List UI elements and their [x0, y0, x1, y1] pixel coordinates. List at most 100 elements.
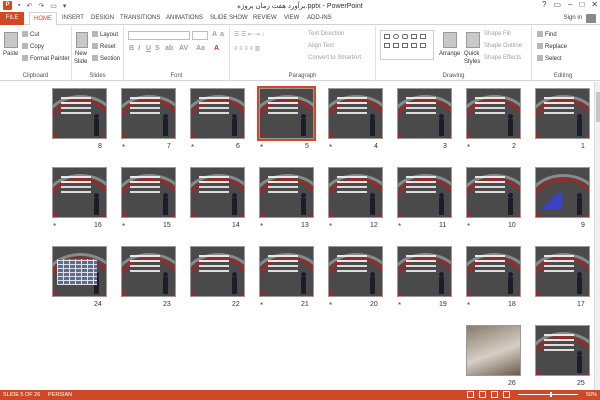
slide-transition-star-icon[interactable]: * — [467, 301, 470, 310]
brace-shape-icon[interactable] — [420, 43, 426, 48]
language-indicator[interactable]: PERSIAN — [48, 392, 72, 398]
slide-transition-star-icon[interactable]: * — [329, 222, 332, 231]
slide-thumbnail[interactable] — [535, 88, 590, 139]
reading-view-icon[interactable] — [491, 391, 498, 398]
rounded-rect-shape-icon[interactable] — [402, 34, 408, 39]
slide-transition-star-icon[interactable]: * — [53, 222, 56, 231]
text-direction-button[interactable]: Text Direction — [308, 31, 344, 37]
quick-styles-label-2[interactable]: Styles — [464, 59, 480, 65]
smiley-feedback-icon[interactable] — [586, 14, 596, 23]
slide-thumbnail[interactable] — [121, 167, 176, 218]
shape-effects-button[interactable]: Shape Effects — [484, 55, 521, 61]
slide-transition-star-icon[interactable]: * — [260, 222, 263, 231]
slide-thumbnail[interactable] — [190, 246, 245, 297]
slide-thumbnail[interactable] — [397, 167, 452, 218]
font-size-box[interactable] — [192, 31, 208, 40]
slide-thumbnail[interactable] — [52, 167, 107, 218]
cut-button[interactable]: Cut — [22, 31, 39, 38]
strikethrough-icon[interactable]: ab — [165, 45, 173, 52]
new-slide-icon[interactable] — [76, 32, 88, 48]
new-slide-label-2[interactable]: Slide — [74, 59, 87, 65]
slide-thumbnail[interactable] — [535, 167, 590, 218]
convert-smartart-button[interactable]: Convert to SmartArt — [308, 55, 361, 61]
star-shape-icon[interactable] — [402, 43, 408, 48]
find-button[interactable]: Find — [537, 31, 557, 38]
slide-thumbnail[interactable] — [52, 88, 107, 139]
slide-transition-star-icon[interactable]: * — [122, 143, 125, 152]
arrange-button[interactable]: Arrange — [439, 51, 460, 57]
slide-thumbnail[interactable] — [259, 167, 314, 218]
slide-thumbnail[interactable] — [121, 246, 176, 297]
ribbon-display-options-button[interactable]: ▭ — [553, 0, 561, 9]
help-button[interactable]: ? — [542, 0, 546, 9]
tab-design[interactable]: DESIGN — [91, 15, 114, 21]
align-icons[interactable]: ≡ ≡ ≡ ≡ ▥ — [234, 45, 260, 52]
normal-view-icon[interactable] — [467, 391, 474, 398]
slideshow-view-icon[interactable] — [503, 391, 510, 398]
shadow-icon[interactable]: S — [155, 45, 160, 52]
slide-thumbnail[interactable] — [535, 325, 590, 376]
change-case-icon[interactable]: Aa — [196, 45, 205, 52]
tab-transitions[interactable]: TRANSITIONS — [120, 15, 160, 21]
format-painter-button[interactable]: Format Painter — [22, 55, 70, 62]
callout-shape-icon[interactable] — [411, 43, 417, 48]
quick-styles-button[interactable]: Quick — [464, 51, 479, 57]
tab-review[interactable]: REVIEW — [253, 15, 277, 21]
paste-icon[interactable] — [4, 32, 18, 48]
slide-transition-star-icon[interactable]: * — [122, 222, 125, 231]
copy-button[interactable]: Copy — [22, 43, 44, 50]
shape-outline-button[interactable]: Shape Outline — [484, 43, 522, 49]
slide-thumbnail[interactable] — [190, 88, 245, 139]
slide-transition-star-icon[interactable]: * — [191, 143, 194, 152]
slide-thumbnail[interactable] — [466, 167, 521, 218]
arrow-shape-icon[interactable] — [420, 34, 426, 39]
slide-thumbnail[interactable] — [190, 167, 245, 218]
slide-sorter-view-icon[interactable] — [479, 391, 486, 398]
sign-in-link[interactable]: Sign in — [564, 15, 582, 21]
bullets-icon[interactable]: ☰ ☰ ⇤ ⇥ ↕ — [234, 31, 264, 38]
paste-button[interactable]: Paste — [3, 51, 18, 57]
triangle-shape-icon[interactable] — [384, 43, 390, 48]
select-button[interactable]: Select — [537, 55, 562, 62]
grow-font-icon[interactable]: A — [212, 31, 217, 38]
slide-thumbnail[interactable] — [121, 88, 176, 139]
shapes-gallery[interactable] — [380, 30, 434, 60]
tab-add-ins[interactable]: ADD-INS — [307, 15, 332, 21]
line-shape-icon[interactable] — [411, 34, 417, 39]
slide-sorter[interactable]: 1 2 * 3 4 * 5 * 6 * 7 * 8 9 10 * 11 * 12 * 13 * 14 15 * 16 * 17 18 * 1… — [0, 82, 594, 390]
align-text-button[interactable]: Align Text — [308, 43, 334, 49]
italic-icon[interactable]: I — [138, 45, 140, 52]
slide-thumbnail[interactable] — [466, 325, 521, 376]
tab-home[interactable]: HOME — [29, 12, 57, 26]
font-color-icon[interactable]: A — [214, 45, 219, 52]
slide-thumbnail[interactable] — [328, 167, 383, 218]
oval-shape-icon[interactable] — [393, 34, 399, 39]
zoom-slider-knob[interactable] — [550, 392, 552, 397]
slide-transition-star-icon[interactable]: * — [398, 301, 401, 310]
slide-thumbnail[interactable] — [535, 246, 590, 297]
zoom-level[interactable]: 50% — [586, 392, 597, 398]
tab-insert[interactable]: INSERT — [62, 15, 84, 21]
tab-view[interactable]: VIEW — [284, 15, 299, 21]
scrollbar-thumb[interactable] — [596, 92, 600, 122]
rectangle-shape-icon[interactable] — [384, 34, 390, 39]
slide-transition-star-icon[interactable]: * — [329, 301, 332, 310]
new-slide-button[interactable]: New — [75, 51, 87, 57]
close-button[interactable]: ✕ — [591, 0, 598, 9]
char-spacing-icon[interactable]: AV — [179, 45, 188, 52]
slide-thumbnail[interactable] — [466, 88, 521, 139]
arrange-icon[interactable] — [443, 32, 457, 48]
tab-animations[interactable]: ANIMATIONS — [166, 15, 203, 21]
pentagon-shape-icon[interactable] — [393, 43, 399, 48]
layout-button[interactable]: Layout — [92, 31, 118, 38]
zoom-slider[interactable] — [518, 394, 578, 395]
slide-transition-star-icon[interactable]: * — [398, 222, 401, 231]
tab-file[interactable]: FILE — [0, 12, 24, 25]
slide-transition-star-icon[interactable]: * — [467, 143, 470, 152]
slide-thumbnail[interactable] — [397, 88, 452, 139]
slide-transition-star-icon[interactable]: * — [329, 143, 332, 152]
slide-thumbnail[interactable] — [328, 246, 383, 297]
maximize-button[interactable]: □ — [579, 0, 584, 9]
underline-icon[interactable]: U — [146, 45, 151, 52]
bold-icon[interactable]: B — [129, 45, 134, 52]
